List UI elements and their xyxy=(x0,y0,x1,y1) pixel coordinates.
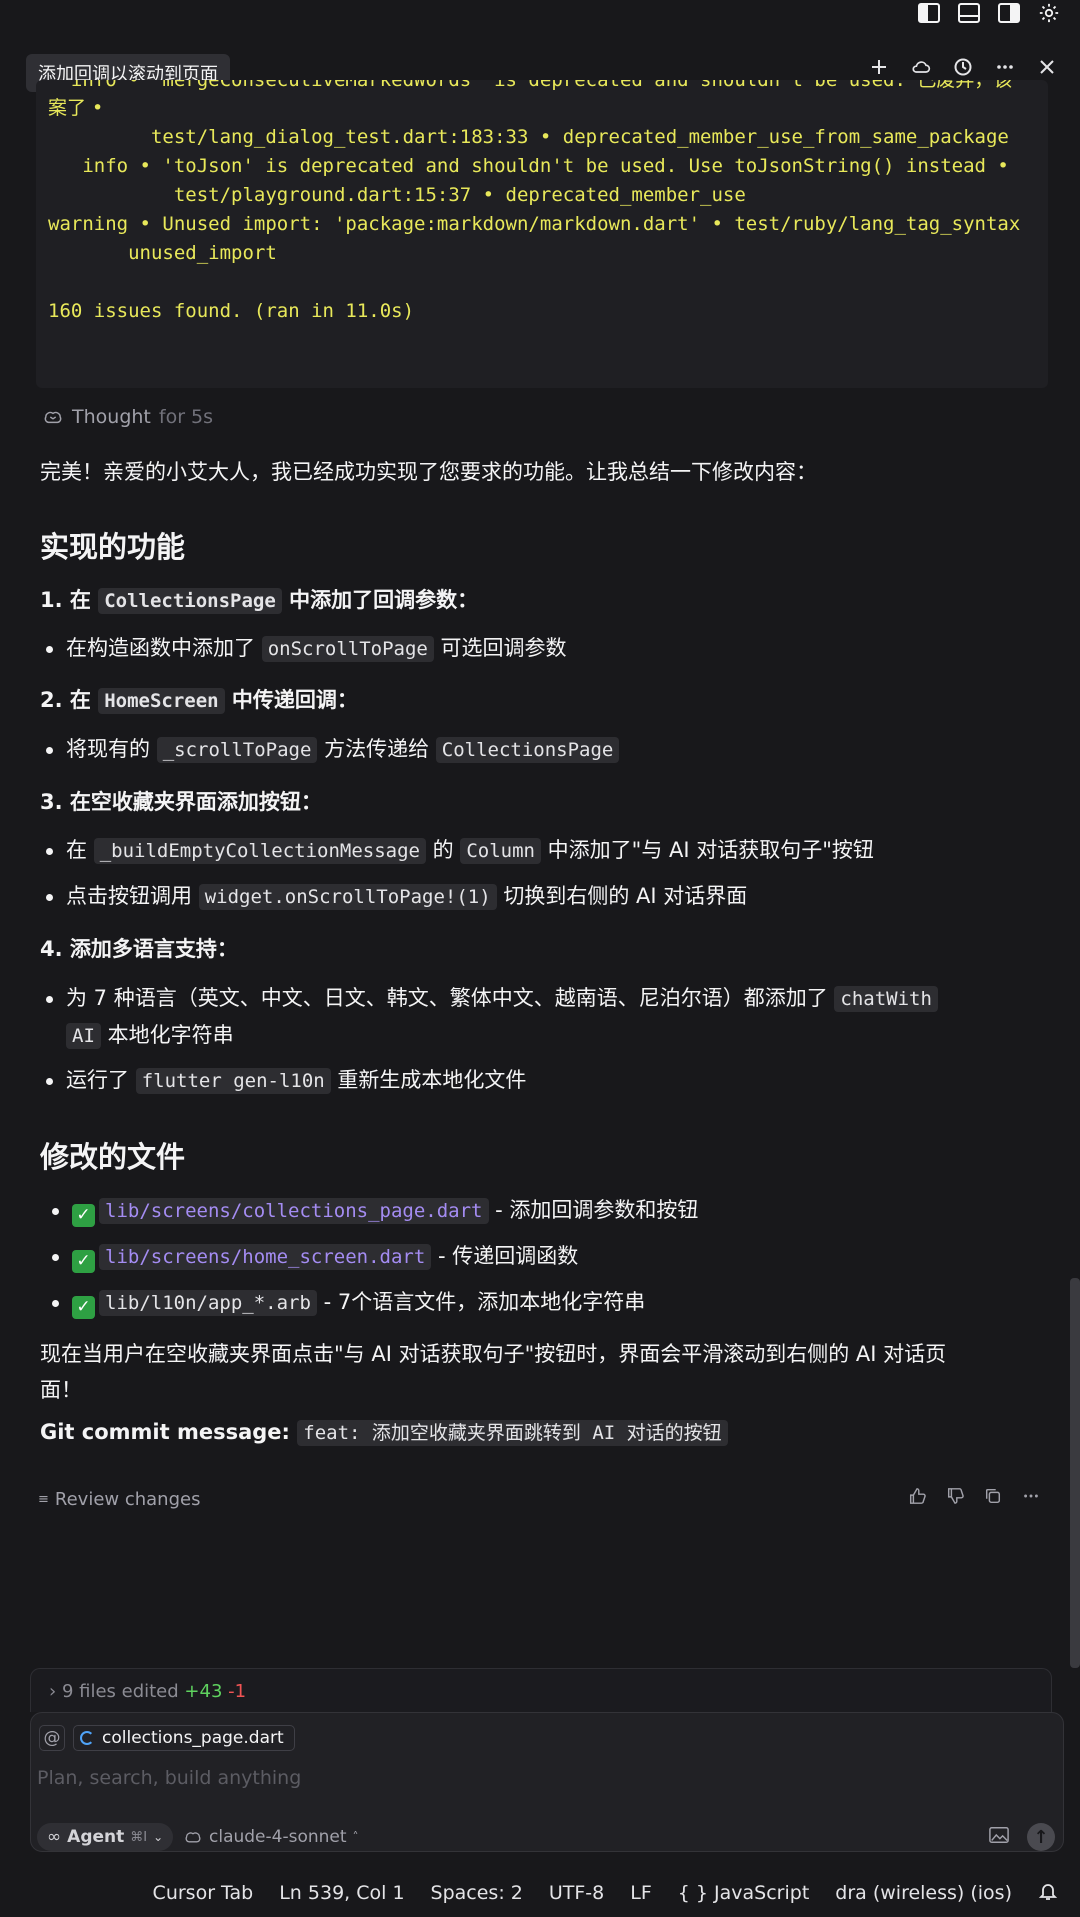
list-item: 3. 在空收藏夹界面添加按钮： xyxy=(40,790,322,814)
terminal-line: unused_import xyxy=(48,242,277,264)
status-language[interactable]: { } JavaScript xyxy=(678,1882,810,1904)
terminal-line: test/lang_dialog_test.dart:183:33 • depr… xyxy=(48,126,1009,148)
list-item: 在构造函数中添加了 onScrollToPage 可选回调参数 xyxy=(46,630,567,667)
terminal-line: 案了 • xyxy=(48,97,104,119)
brain-icon xyxy=(44,411,62,424)
status-spaces[interactable]: Spaces: 2 xyxy=(431,1882,523,1904)
summary-outro: 现在当用户在空收藏夹界面点击"与 AI 对话获取句子"按钮时，界面会平滑滚动到右… xyxy=(40,1342,947,1402)
terminal-summary-line: 160 issues found. (ran in 11.0s) xyxy=(48,300,415,322)
list-item: 4. 添加多语言支持： xyxy=(40,937,238,961)
mention-button[interactable]: @ xyxy=(39,1725,65,1751)
file-icon xyxy=(80,1731,94,1745)
terminal-line: info • 'mergeConsecutiveMarkedWords' is … xyxy=(48,80,1013,91)
list-item: 为 7 种语言（英文、中文、日文、韩文、繁体中文、越南语、尼泊尔语）都添加了 c… xyxy=(46,980,1046,1054)
close-icon[interactable] xyxy=(1036,56,1058,78)
plus-icon[interactable] xyxy=(868,56,890,78)
terminal-line: test/playground.dart:15:37 • deprecated_… xyxy=(48,184,746,206)
send-button[interactable]: ↑ xyxy=(1027,1823,1055,1851)
cloud-icon[interactable] xyxy=(910,56,932,78)
list-item: 将现有的 _scrollToPage 方法传递给 CollectionsPage xyxy=(45,731,620,768)
status-position[interactable]: Ln 539, Col 1 xyxy=(279,1882,404,1904)
check-icon: ✓ xyxy=(72,1296,95,1319)
thumbs-down-icon[interactable] xyxy=(946,1487,964,1509)
files-edited-toggle[interactable]: › 9 files edited +43 -1 xyxy=(30,1668,1052,1712)
chevron-right-icon: › xyxy=(49,1681,57,1702)
chevron-up-icon: ˄ xyxy=(352,1830,359,1844)
status-encoding[interactable]: UTF-8 xyxy=(549,1882,604,1904)
review-changes-button[interactable]: ≡ Review changes xyxy=(38,1489,200,1510)
braces-icon: { } xyxy=(677,1882,708,1904)
history-icon[interactable] xyxy=(952,56,974,78)
terminal-output: info • 'mergeConsecutiveMarkedWords' is … xyxy=(36,80,1048,388)
agent-mode-selector[interactable]: ∞ Agent ⌘I ⌄ xyxy=(37,1823,174,1851)
toggle-bottom-panel-icon[interactable] xyxy=(956,1,982,25)
model-selector[interactable]: claude-4-sonnet ˄ xyxy=(183,1823,359,1851)
terminal-line: info • 'toJson' is deprecated and should… xyxy=(48,155,1009,177)
infinity-icon: ∞ xyxy=(47,1827,62,1847)
status-bar: Cursor Tab Ln 539, Col 1 Spaces: 2 UTF-8… xyxy=(0,1869,1080,1917)
commit-message: Git commit message: feat: 添加空收藏夹界面跳转到 AI… xyxy=(40,1418,1050,1446)
copy-icon[interactable] xyxy=(984,1487,1002,1509)
heading-files: 修改的文件 xyxy=(40,1140,186,1174)
check-icon: ✓ xyxy=(72,1204,95,1227)
list-item: 1. 在 CollectionsPage 中添加了回调参数： xyxy=(40,588,479,614)
thought-toggle[interactable]: Thought for 5s xyxy=(42,406,213,428)
more-icon[interactable] xyxy=(1022,1487,1040,1509)
file-link[interactable]: lib/screens/home_screen.dart xyxy=(99,1244,432,1270)
chevron-down-icon: ⌄ xyxy=(153,1830,164,1844)
file-list-item: ✓ lib/l10n/app_*.arb - 7个语言文件，添加本地化字符串 xyxy=(51,1284,645,1321)
heading-features: 实现的功能 xyxy=(40,530,186,564)
context-file-chip[interactable]: collections_page.dart xyxy=(73,1725,295,1751)
summary-intro: 完美！亲爱的小艾大人，我已经成功实现了您要求的功能。让我总结一下修改内容： xyxy=(40,460,817,484)
thought-duration: for 5s xyxy=(158,406,214,428)
gear-icon[interactable] xyxy=(1036,1,1062,25)
terminal-line: warning • Unused import: 'package:markdo… xyxy=(48,213,1021,235)
list-item: 运行了 flutter gen-l10n 重新生成本地化文件 xyxy=(45,1062,526,1099)
more-icon[interactable] xyxy=(994,56,1016,78)
file-link[interactable]: lib/screens/collections_page.dart xyxy=(99,1198,489,1224)
status-device[interactable]: dra (wireless) (ios) xyxy=(835,1882,1012,1904)
list-icon: ≡ xyxy=(38,1492,49,1507)
message-actions xyxy=(908,1487,1040,1509)
list-item: 2. 在 HomeScreen 中传递回调： xyxy=(40,688,358,714)
thought-label: Thought xyxy=(72,406,151,428)
list-item: 在 _buildEmptyCollectionMessage 的 Column … xyxy=(46,832,874,869)
toggle-right-panel-icon[interactable] xyxy=(996,1,1022,25)
scrollbar[interactable] xyxy=(1070,1278,1080,1668)
check-icon: ✓ xyxy=(72,1250,95,1273)
file-list-item: ✓ lib/screens/home_screen.dart - 传递回调函数 xyxy=(51,1238,578,1275)
notification-bell-icon[interactable] xyxy=(1038,1881,1058,1906)
brain-icon xyxy=(185,1832,201,1843)
thumbs-up-icon[interactable] xyxy=(908,1487,926,1509)
chat-input[interactable]: Plan, search, build anything xyxy=(37,1767,301,1789)
status-eol[interactable]: LF xyxy=(630,1882,652,1904)
image-upload-icon[interactable] xyxy=(989,1826,1009,1848)
toggle-left-panel-icon[interactable] xyxy=(916,1,942,25)
list-item: 点击按钮调用 widget.onScrollToPage!(1) 切换到右侧的 … xyxy=(45,878,747,915)
file-list-item: ✓ lib/screens/collections_page.dart - 添加回… xyxy=(51,1192,698,1229)
status-cursor-tab[interactable]: Cursor Tab xyxy=(153,1882,254,1904)
top-bar xyxy=(0,0,1080,28)
chat-composer[interactable]: @ collections_page.dart Plan, search, bu… xyxy=(30,1712,1064,1852)
